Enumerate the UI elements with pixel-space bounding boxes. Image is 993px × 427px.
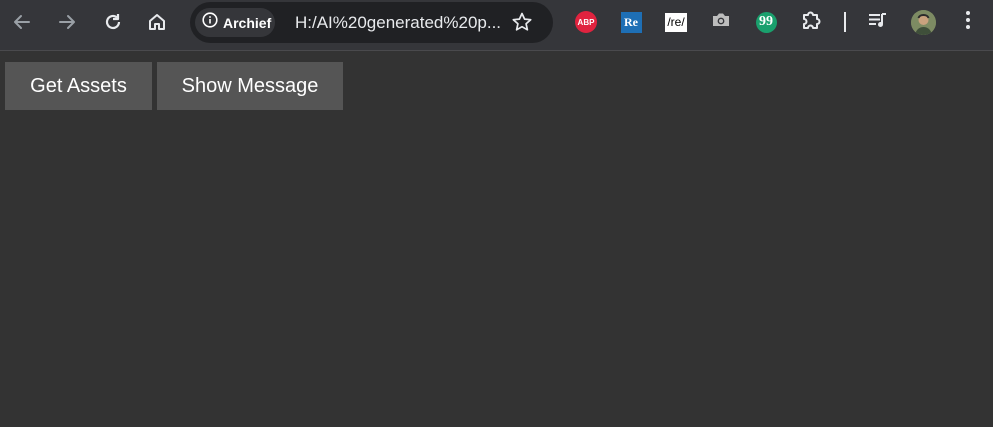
extensions-button[interactable] [799, 10, 823, 34]
browser-toolbar: Archief H:/AI%20generated%20p... ABP Re … [0, 0, 993, 51]
arrow-right-icon [57, 12, 77, 32]
regex-extension-icon: /re/ [665, 12, 687, 32]
page-content: Get Assets Show Message [0, 52, 993, 427]
show-message-button[interactable]: Show Message [157, 62, 343, 110]
forward-button[interactable] [52, 7, 82, 37]
browser-menu-button[interactable] [956, 10, 980, 34]
media-control-button[interactable] [866, 10, 890, 34]
re-extension-icon: Re [620, 11, 642, 33]
screenshot-extension-button[interactable] [709, 10, 733, 34]
home-icon [147, 12, 167, 32]
quote-icon: 99 [755, 11, 777, 33]
re-extension-button[interactable]: Re [619, 10, 643, 34]
profile-avatar[interactable] [911, 10, 936, 35]
star-icon[interactable] [511, 11, 533, 38]
url-text[interactable]: H:/AI%20generated%20p... [295, 13, 505, 33]
kebab-menu-icon [965, 10, 971, 35]
reload-button[interactable] [98, 7, 128, 37]
camera-icon [711, 11, 731, 34]
home-button[interactable] [142, 7, 172, 37]
puzzle-icon [800, 9, 822, 36]
adblock-extension-button[interactable]: ABP [574, 10, 598, 34]
info-icon [202, 12, 218, 33]
regex-extension-button[interactable]: /re/ [664, 10, 688, 34]
quote-extension-button[interactable]: 99 [754, 10, 778, 34]
arrow-left-icon [12, 12, 32, 32]
address-bar[interactable]: Archief H:/AI%20generated%20p... [190, 2, 553, 43]
adblock-icon: ABP [575, 11, 597, 33]
reload-icon [103, 12, 123, 32]
back-button[interactable] [7, 7, 37, 37]
media-control-icon [867, 10, 889, 35]
get-assets-button[interactable]: Get Assets [5, 62, 152, 110]
site-info-label: Archief [223, 14, 272, 31]
site-info-chip[interactable]: Archief [195, 8, 275, 37]
toolbar-divider [844, 12, 846, 32]
